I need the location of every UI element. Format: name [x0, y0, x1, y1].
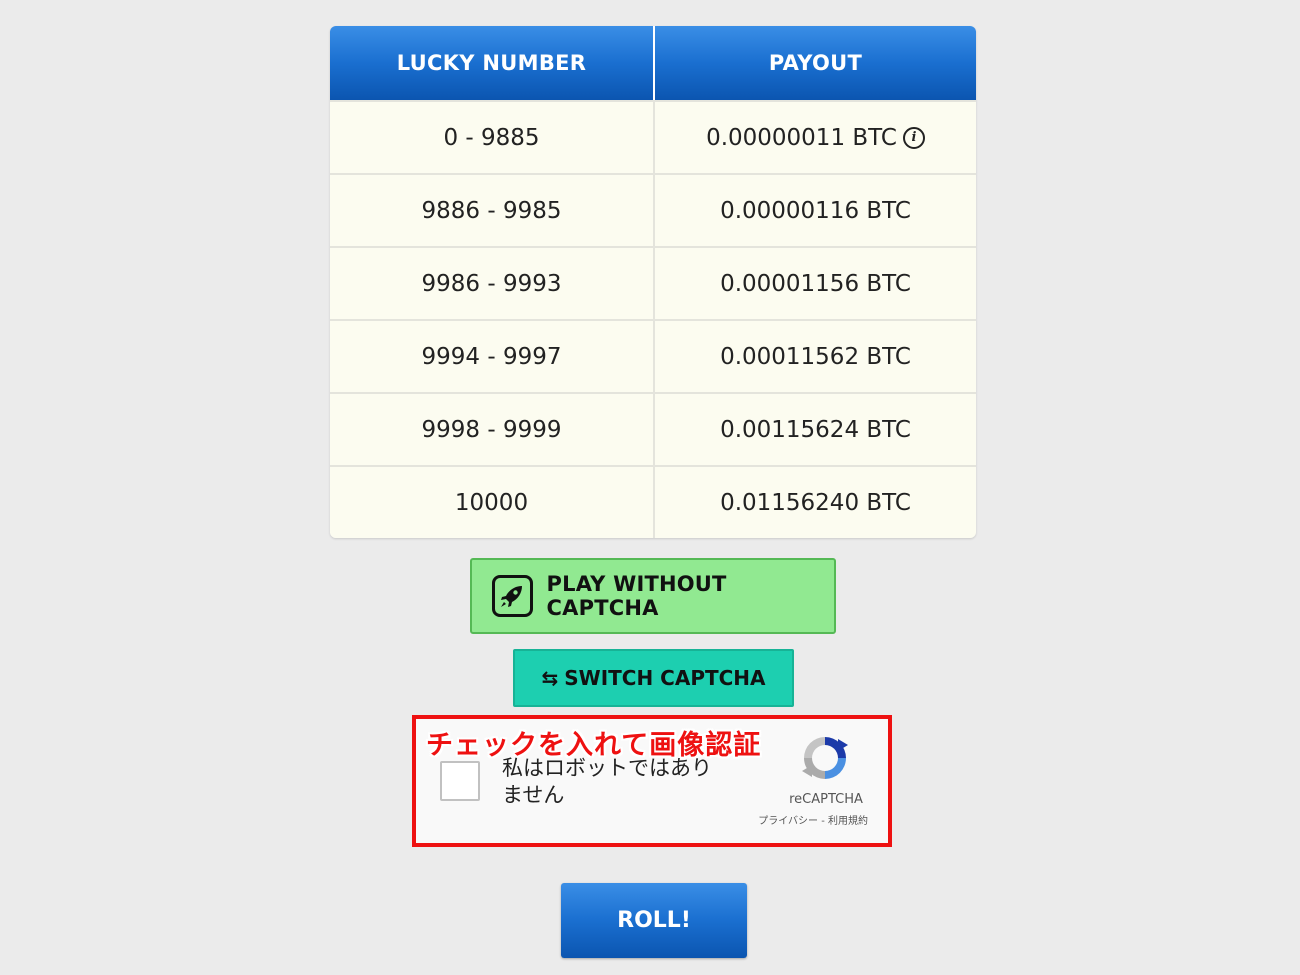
rocket-icon: [492, 575, 533, 617]
table-row: 9998 - 9999 0.00115624 BTC: [330, 392, 976, 465]
recaptcha-brand: reCAPTCHA: [789, 792, 863, 807]
play-without-captcha-label: PLAY WITHOUT CAPTCHA: [546, 572, 727, 620]
table-row: 10000 0.01156240 BTC: [330, 465, 976, 538]
captcha-label: 私はロボットではありません: [502, 756, 712, 807]
table-header-row: LUCKY NUMBER PAYOUT: [330, 26, 976, 100]
switch-icon: ⇆: [541, 666, 559, 690]
play-without-captcha-button[interactable]: PLAY WITHOUT CAPTCHA: [470, 558, 836, 634]
payout-cell: 0.00001156 BTC: [655, 246, 976, 319]
payout-table: LUCKY NUMBER PAYOUT 0 - 9885 0.00000011 …: [330, 26, 976, 538]
lucky-number-cell: 10000: [330, 465, 655, 538]
info-icon[interactable]: i: [902, 127, 925, 149]
header-payout: PAYOUT: [655, 26, 976, 100]
payout-cell: 0.01156240 BTC: [655, 465, 976, 538]
switch-captcha-label: SWITCH CAPTCHA: [564, 666, 766, 690]
payout-cell: 0.00000116 BTC: [655, 173, 976, 246]
recaptcha-logo-icon: [802, 737, 848, 779]
payout-cell: 0.00011562 BTC: [655, 319, 976, 392]
captcha-highlight-box: チェックを入れて画像認証 私はロボットではありません reCAPTCHA プライ…: [412, 715, 892, 847]
header-lucky-number: LUCKY NUMBER: [330, 26, 655, 100]
roll-button[interactable]: ROLL!: [561, 883, 747, 958]
payout-value: 0.00000011 BTC: [706, 124, 897, 151]
table-row: 9994 - 9997 0.00011562 BTC: [330, 319, 976, 392]
lucky-number-cell: 9998 - 9999: [330, 392, 655, 465]
payout-cell: 0.00115624 BTC: [655, 392, 976, 465]
table-row: 0 - 9885 0.00000011 BTC i: [330, 100, 976, 173]
switch-captcha-button[interactable]: ⇆ SWITCH CAPTCHA: [513, 649, 794, 707]
payout-cell: 0.00000011 BTC i: [655, 100, 976, 173]
captcha-checkbox[interactable]: [440, 761, 480, 801]
lucky-number-cell: 9886 - 9985: [330, 173, 655, 246]
table-row: 9986 - 9993 0.00001156 BTC: [330, 246, 976, 319]
table-row: 9886 - 9985 0.00000116 BTC: [330, 173, 976, 246]
recaptcha-privacy-terms-link[interactable]: プライバシー - 利用規約: [758, 812, 868, 827]
lucky-number-cell: 9986 - 9993: [330, 246, 655, 319]
lucky-number-cell: 9994 - 9997: [330, 319, 655, 392]
lucky-number-cell: 0 - 9885: [330, 100, 655, 173]
